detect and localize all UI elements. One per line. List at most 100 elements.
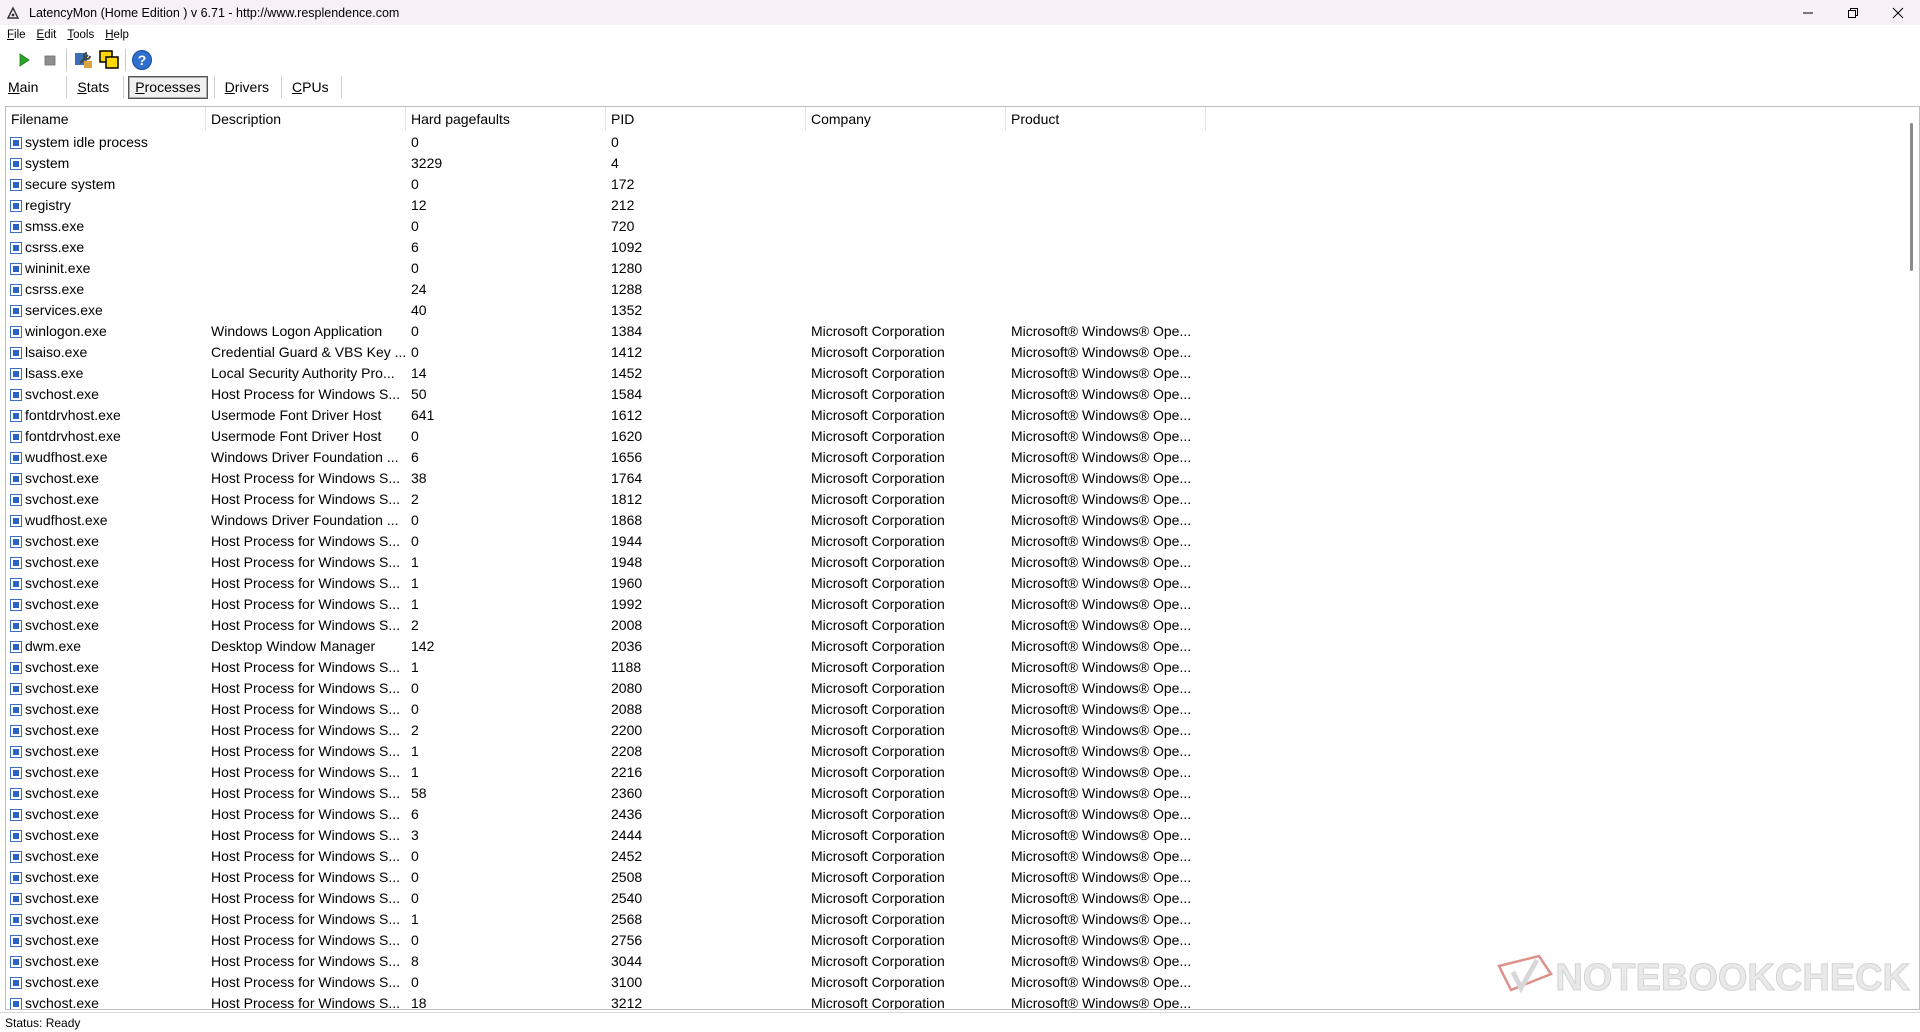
vertical-scrollbar[interactable] [1899,107,1919,1009]
column-header-pid[interactable]: PID [606,107,806,131]
windows-icon [99,50,119,69]
table-row[interactable]: winlogon.exe Windows Logon Application 0 13… [6,321,1899,342]
cell-product: Microsoft® Windows® Ope... [1011,869,1192,885]
column-header-product[interactable]: Product [1006,107,1206,131]
cell-filename: system [6,153,206,174]
cell-product: Microsoft® Windows® Ope... [1011,848,1192,864]
cell-company: Microsoft Corporation [811,323,945,339]
filename-text: svchost.exe [25,911,99,927]
cell-hard-pagefaults: 2 [411,722,419,738]
column-header-hard-pagefaults[interactable]: Hard pagefaults [406,107,606,131]
table-row[interactable]: svchost.exe Host Process for Windows S...… [6,888,1899,909]
cell-product: Microsoft® Windows® Ope... [1011,533,1192,549]
cell-filename: svchost.exe [6,573,206,594]
windows-tool-button[interactable] [96,47,122,73]
tab-main[interactable]: Main [2,77,44,98]
column-header-filename[interactable]: Filename [6,107,206,131]
scrollbar-thumb[interactable] [1910,123,1913,271]
processes-list[interactable]: Filename Description Hard pagefaults PID… [5,106,1920,1010]
cell-filename: svchost.exe [6,972,206,993]
cell-description: Host Process for Windows S... [211,680,401,696]
tab-cpus[interactable]: C PUs [286,77,335,98]
title-bar[interactable]: LatencyMon (Home Edition ) v 6.71 - http… [0,0,1920,25]
cell-filename: svchost.exe [6,783,206,804]
filename-text: winlogon.exe [25,323,107,339]
table-row[interactable]: svchost.exe Host Process for Windows S...… [6,594,1899,615]
cell-company: Microsoft Corporation [811,827,945,843]
table-row[interactable]: system idle process 0 0 [6,132,1899,153]
table-row[interactable]: svchost.exe Host Process for Windows S...… [6,846,1899,867]
svg-text:?: ? [138,52,147,68]
tab-processes[interactable]: Processes [128,75,208,99]
cell-description [206,279,406,300]
help-icon: ? [132,50,152,70]
table-row[interactable]: svchost.exe Host Process for Windows S...… [6,615,1899,636]
cell-product [1006,174,1206,195]
cell-company: Microsoft Corporation [811,806,945,822]
column-header-company[interactable]: Company [806,107,1006,131]
table-row[interactable]: lsaiso.exe Credential Guard & VBS Key ...… [6,342,1899,363]
tab-drivers[interactable]: Drivers [219,77,275,98]
menu-help[interactable]: Help [101,29,133,41]
cell-company: Microsoft Corporation [811,596,945,612]
table-row[interactable]: svchost.exe Host Process for Windows S...… [6,825,1899,846]
table-row[interactable]: wininit.exe 0 1280 [6,258,1899,279]
stop-button[interactable] [37,47,63,73]
cell-company: Microsoft Corporation [811,617,945,633]
table-row[interactable]: dwm.exe Desktop Window Manager 142 2036 Micr… [6,636,1899,657]
table-row[interactable]: svchost.exe Host Process for Windows S...… [6,804,1899,825]
table-row[interactable]: system 3229 4 [6,153,1899,174]
table-row[interactable]: lsass.exe Local Security Authority Pro...… [6,363,1899,384]
help-button[interactable]: ? [129,47,155,73]
toolbar: ? [0,46,1920,74]
table-row[interactable]: csrss.exe 24 1288 [6,279,1899,300]
restore-button[interactable] [1830,0,1875,25]
table-row[interactable]: svchost.exe Host Process for Windows S...… [6,699,1899,720]
filename-text: svchost.exe [25,806,99,822]
table-row[interactable]: fontdrvhost.exe Usermode Font Driver Host… [6,426,1899,447]
tab-stats[interactable]: Stats [71,77,115,98]
menu-edit[interactable]: Edit [33,29,61,41]
table-row[interactable]: smss.exe 0 720 [6,216,1899,237]
process-icon [10,724,22,737]
cell-company: Microsoft Corporation [811,428,945,444]
table-row[interactable]: svchost.exe Host Process for Windows S...… [6,531,1899,552]
table-row[interactable]: svchost.exe Host Process for Windows S...… [6,720,1899,741]
close-button[interactable] [1875,0,1920,25]
table-row[interactable]: fontdrvhost.exe Usermode Font Driver Host… [6,405,1899,426]
table-row[interactable]: svchost.exe Host Process for Windows S...… [6,930,1899,951]
table-row[interactable]: svchost.exe Host Process for Windows S...… [6,573,1899,594]
cell-filename: svchost.exe [6,615,206,636]
table-row[interactable]: svchost.exe Host Process for Windows S...… [6,741,1899,762]
table-row[interactable]: svchost.exe Host Process for Windows S...… [6,384,1899,405]
table-row[interactable]: svchost.exe Host Process for Windows S...… [6,909,1899,930]
table-row[interactable]: svchost.exe Host Process for Windows S...… [6,468,1899,489]
tab-separator [213,76,215,98]
start-button[interactable] [11,47,37,73]
menu-file[interactable]: File [3,29,30,41]
cell-pid: 1656 [611,449,643,465]
table-row[interactable]: svchost.exe Host Process for Windows S...… [6,657,1899,678]
table-row[interactable]: svchost.exe Host Process for Windows S...… [6,678,1899,699]
table-row[interactable]: wudfhost.exe Windows Driver Foundation ..… [6,447,1899,468]
cell-hard-pagefaults: 1 [411,659,419,675]
table-row[interactable]: svchost.exe Host Process for Windows S...… [6,783,1899,804]
table-row[interactable]: svchost.exe Host Process for Windows S...… [6,867,1899,888]
menu-tools[interactable]: Tools [63,29,98,41]
table-row[interactable]: csrss.exe 6 1092 [6,237,1899,258]
table-row[interactable]: svchost.exe Host Process for Windows S...… [6,762,1899,783]
filename-text: svchost.exe [25,617,99,633]
table-row[interactable]: secure system 0 172 [6,174,1899,195]
table-row[interactable]: wudfhost.exe Windows Driver Foundation ..… [6,510,1899,531]
cell-filename: svchost.exe [6,909,206,930]
table-row[interactable]: registry 12 212 [6,195,1899,216]
column-header-description[interactable]: Description [206,107,406,131]
cell-filename: svchost.exe [6,888,206,909]
cell-description: Host Process for Windows S... [211,722,401,738]
table-row[interactable]: svchost.exe Host Process for Windows S...… [6,489,1899,510]
table-row[interactable]: services.exe 40 1352 [6,300,1899,321]
cell-description: Host Process for Windows S... [211,533,401,549]
settings-tool-button[interactable] [70,47,96,73]
minimize-button[interactable] [1785,0,1830,25]
table-row[interactable]: svchost.exe Host Process for Windows S...… [6,552,1899,573]
